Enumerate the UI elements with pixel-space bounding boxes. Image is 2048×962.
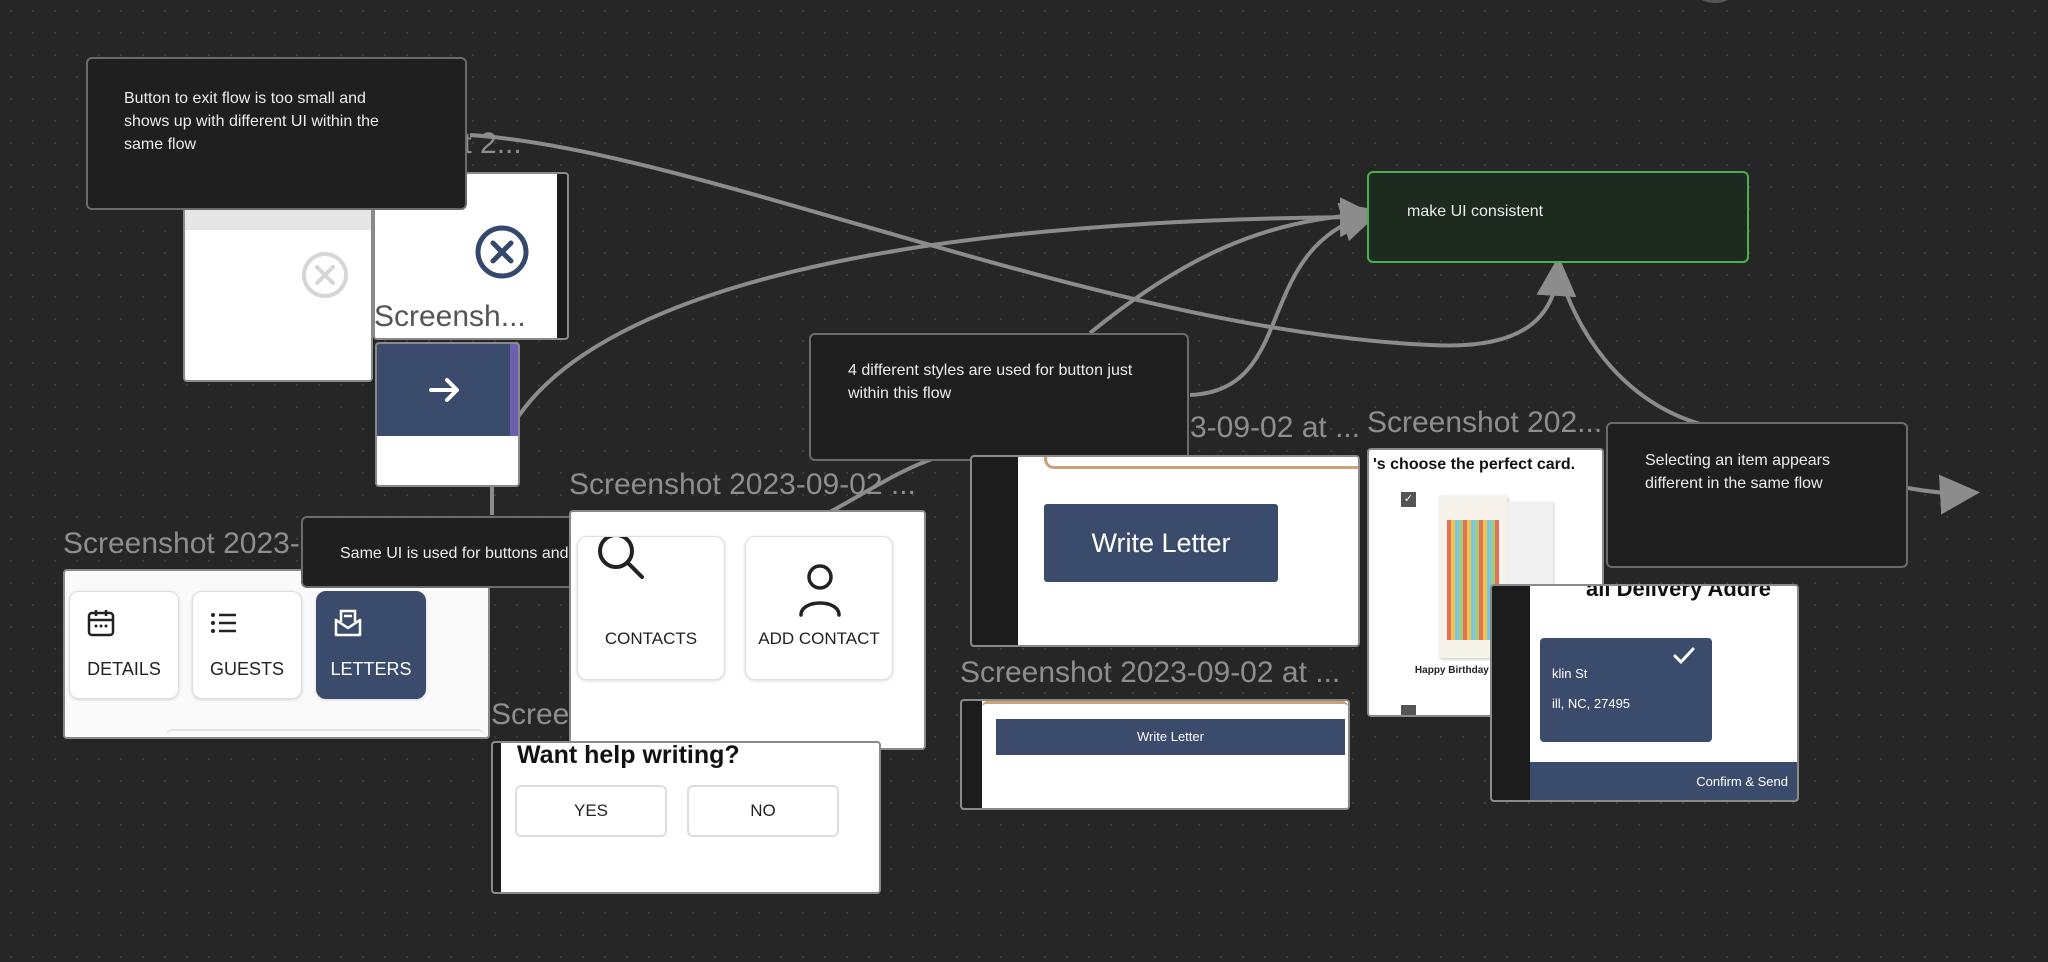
close-circle-icon[interactable] <box>301 251 349 299</box>
connector-write-letter <box>1088 212 1369 335</box>
write-letter-button-small[interactable]: Write Letter <box>996 719 1345 755</box>
write-letter-button-large[interactable]: Write Letter <box>1044 504 1278 582</box>
screenshot-label: Screenshot 2023-09-02 at ... <box>960 656 1341 689</box>
confirm-send-button[interactable]: Confirm & Send <box>1530 762 1797 800</box>
screenshot-help-writing[interactable]: Want help writing? YES NO <box>491 741 881 894</box>
tab-details[interactable]: DETAILS <box>69 591 179 699</box>
add-contact-label: ADD CONTACT <box>758 629 880 648</box>
screenshot-label: Screenshot 2023- <box>63 527 300 560</box>
screenshot-label: Scree <box>491 698 570 731</box>
add-contact-button[interactable]: ADD CONTACT <box>745 536 893 680</box>
yes-button[interactable]: YES <box>515 785 667 837</box>
connector-selecting <box>1556 267 1701 426</box>
close-circle-icon[interactable] <box>474 224 530 280</box>
inbox-icon <box>334 609 362 637</box>
note-text: 4 different styles are used for button j… <box>848 362 1133 379</box>
screenshot-tabs[interactable]: DETAILS GUESTS LETTERS <box>63 569 490 739</box>
screenshot-label: Screensh... <box>374 300 526 333</box>
note-text: make UI consistent <box>1407 203 1544 220</box>
help-heading: Want help writing? <box>517 741 740 769</box>
contacts-label: CONTACTS <box>604 629 698 648</box>
list-icon <box>211 613 236 633</box>
note-exit-flow[interactable]: Button to exit flow is too small and sho… <box>86 57 467 210</box>
search-icon <box>598 537 644 579</box>
screenshot-contacts[interactable]: CONTACTS ADD CONTACT <box>569 510 926 750</box>
arrow-right-icon <box>429 378 459 402</box>
person-icon <box>799 564 841 617</box>
note-text: within this flow <box>848 385 952 402</box>
check-icon <box>1673 647 1695 665</box>
screenshot-label: Screenshot 2023-09-02 ... <box>569 468 916 501</box>
connector-selecting-right <box>1907 474 1980 515</box>
note-text: same flow <box>124 136 197 153</box>
address-option-selected[interactable]: klin St ill, NC, 27495 <box>1540 638 1712 742</box>
screenshot-label: 3-09-02 at ... <box>1190 411 1361 444</box>
no-button[interactable]: NO <box>687 785 839 837</box>
screenshot-close-outline[interactable] <box>183 206 373 382</box>
note-selecting-item[interactable]: Selecting an item appears different in t… <box>1606 422 1908 568</box>
screenshot-label: Screenshot 202... <box>1367 406 1603 439</box>
screenshot-arrow-button[interactable] <box>375 342 520 487</box>
tab-letters[interactable]: LETTERS <box>316 591 426 699</box>
note-text: different in the same flow <box>1645 475 1823 492</box>
confirm-send-label: Confirm & Send <box>1696 774 1788 789</box>
note-make-ui-consistent[interactable]: make UI consistent <box>1367 171 1749 263</box>
screenshot-delivery[interactable]: ail Delivery Addre klin St ill, NC, 2749… <box>1490 584 1799 802</box>
note-text: Button to exit flow is too small and <box>124 90 366 107</box>
tab-label: GUESTS <box>209 659 284 679</box>
screenshot-write-letter-small[interactable]: Write Letter <box>960 699 1350 810</box>
card-heading: 's choose the perfect card. <box>1373 456 1576 473</box>
connector-four-styles <box>1189 202 1382 397</box>
tab-label: DETAILS <box>87 659 161 679</box>
note-four-styles[interactable]: 4 different styles are used for button j… <box>809 333 1189 461</box>
calendar-icon <box>87 610 115 637</box>
note-text: shows up with different UI within the <box>124 113 379 130</box>
delivery-heading: ail Delivery Addre <box>1586 584 1772 601</box>
screenshot-write-letter[interactable]: Write Letter <box>970 455 1360 647</box>
tab-guests[interactable]: GUESTS <box>192 591 302 699</box>
note-text: Selecting an item appears <box>1645 452 1830 469</box>
next-arrow-button[interactable] <box>377 344 513 436</box>
card-checkbox[interactable]: ✓ <box>1401 492 1416 507</box>
address-city: ill, NC, 27495 <box>1552 696 1631 711</box>
address-street: klin St <box>1552 666 1588 681</box>
contacts-button[interactable]: CONTACTS <box>577 536 725 680</box>
tab-label: LETTERS <box>330 659 412 679</box>
